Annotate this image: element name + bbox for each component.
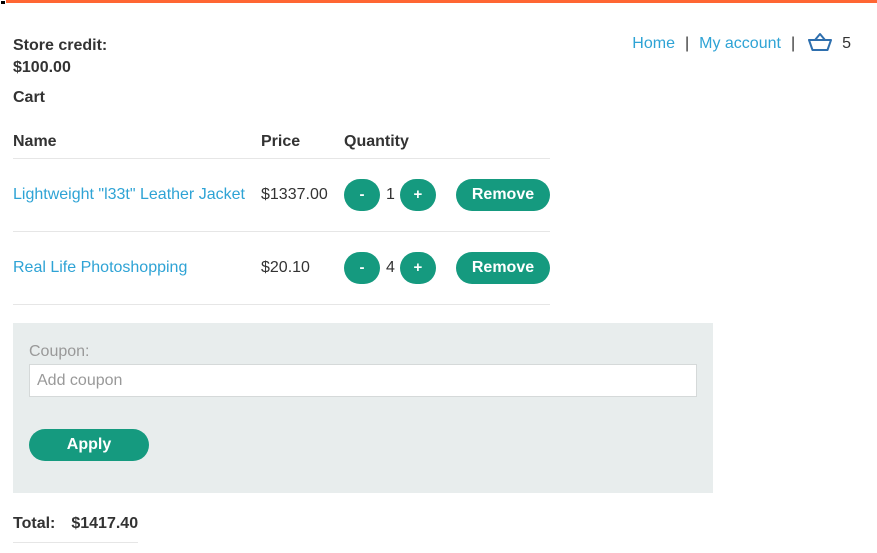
decrease-quantity-button[interactable]: - [344, 178, 380, 211]
quantity-stepper: - 4 + [344, 251, 456, 284]
cart-row: Lightweight "l33t" Leather Jacket $1337.… [13, 158, 550, 232]
cart-table: Name Price Quantity Lightweight "l33t" L… [13, 130, 550, 305]
store-credit-value: $100.00 [13, 59, 71, 76]
increase-quantity-button[interactable]: + [399, 178, 436, 211]
coupon-label: Coupon: [29, 343, 90, 360]
product-price: $20.10 [261, 231, 344, 305]
cart-header-row: Name Price Quantity [13, 130, 550, 159]
cart-total: Total: $1417.40 [13, 515, 138, 543]
quantity-stepper: - 1 + [344, 178, 456, 211]
store-credit-label: Store credit: [13, 37, 108, 54]
cart-heading: Cart [13, 89, 46, 106]
my-account-link[interactable]: My account [699, 35, 781, 53]
nav-separator: | [684, 35, 690, 52]
product-link[interactable]: Lightweight "l33t" Leather Jacket [13, 186, 245, 203]
basket-icon [808, 32, 842, 57]
cart-row: Real Life Photoshopping $20.10 - 4 + Rem… [13, 231, 550, 305]
total-label: Total: [13, 515, 56, 532]
column-header-quantity: Quantity [344, 130, 550, 159]
top-accent-bar [0, 0, 877, 3]
header-nav: Home | My account | 5 [632, 32, 851, 57]
coupon-panel: Coupon: Apply [13, 323, 713, 493]
apply-coupon-button[interactable]: Apply [29, 429, 149, 461]
quantity-value: 4 [386, 258, 395, 276]
product-link[interactable]: Real Life Photoshopping [13, 259, 187, 276]
total-value: $1417.40 [71, 515, 139, 532]
product-price: $1337.00 [261, 158, 344, 232]
remove-button[interactable]: Remove [456, 178, 550, 211]
coupon-input[interactable] [29, 364, 697, 397]
store-credit: Store credit: $100.00 [13, 35, 107, 79]
cart-count: 5 [842, 35, 851, 52]
nav-separator: | [790, 35, 796, 52]
column-header-price: Price [261, 130, 344, 159]
decrease-quantity-button[interactable]: - [344, 251, 380, 284]
remove-button[interactable]: Remove [456, 251, 550, 284]
cart-link[interactable]: 5 [808, 32, 851, 57]
increase-quantity-button[interactable]: + [399, 251, 436, 284]
corner-marker [0, 0, 6, 5]
home-link[interactable]: Home [632, 35, 675, 53]
quantity-value: 1 [386, 185, 395, 203]
column-header-name: Name [13, 130, 261, 159]
